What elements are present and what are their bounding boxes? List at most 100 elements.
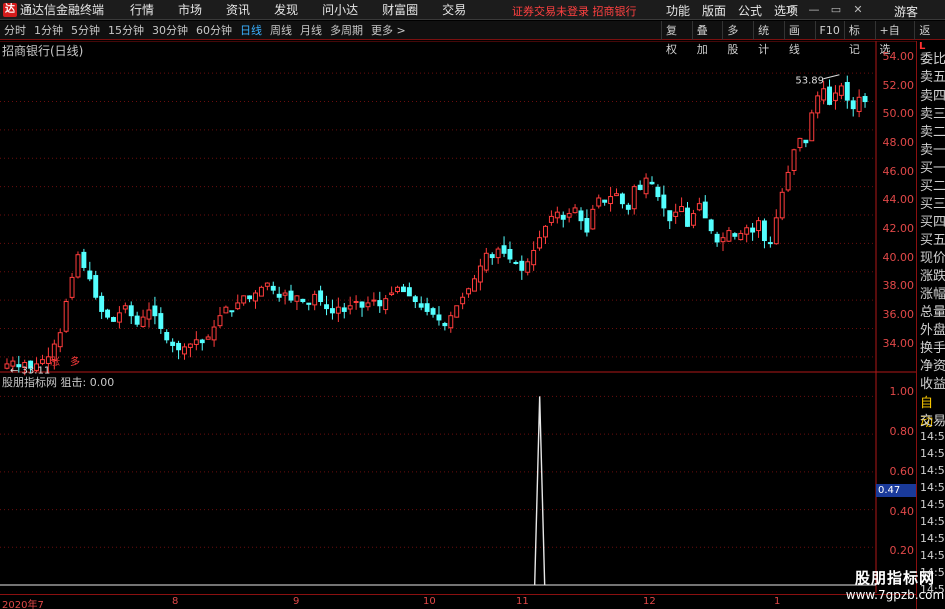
candle-up	[211, 326, 217, 341]
date-tick: 12	[643, 596, 656, 607]
menu-formula[interactable]: 公式	[732, 2, 768, 19]
tool-multi-stock[interactable]: 多股	[722, 21, 753, 56]
candle-up	[69, 276, 75, 298]
menu-wealth-circle[interactable]: 财富圈	[370, 1, 430, 18]
candle-up	[856, 96, 862, 112]
candle-up	[673, 211, 679, 217]
candle-down	[619, 193, 625, 205]
candle-down	[170, 341, 176, 346]
candle-down	[708, 219, 714, 232]
candle-up	[40, 359, 45, 364]
candle-up	[696, 203, 702, 211]
candle-down	[329, 308, 335, 314]
candle-down	[501, 245, 507, 254]
candle-up	[187, 343, 193, 348]
menu-discover[interactable]: 发现	[262, 1, 310, 18]
maximize-icon[interactable]: ▭	[830, 4, 842, 16]
chart-canvas[interactable]: 53.89← 33.11涨多	[0, 41, 916, 593]
candle-up	[395, 286, 400, 292]
period-more[interactable]: 更多 >	[367, 22, 410, 38]
price-tick: 52.00	[882, 79, 915, 92]
candle-up	[140, 316, 146, 327]
quote-row-sell3: 卖三	[920, 107, 945, 122]
period-timeshare[interactable]: 分时	[0, 22, 30, 38]
period-30min[interactable]: 30分钟	[148, 22, 192, 38]
quote-panel: L 委比 卖五 卖四 卖三 卖二 卖一 买一 买二 买三 买四 买五 现价 涨跌…	[916, 41, 945, 609]
indicator-value: 狙击: 0.00	[60, 376, 115, 389]
minimize-icon[interactable]: —	[808, 4, 820, 16]
tool-back[interactable]: 返回	[914, 21, 945, 56]
candle-up	[235, 302, 241, 310]
candle-up	[448, 315, 454, 329]
indicator-tick: 1.00	[889, 385, 915, 398]
candle-down	[655, 186, 661, 198]
indicator-title[interactable]: 股朋指标网 狙击: 0.00	[2, 374, 114, 390]
menu-quotes[interactable]: 行情	[118, 1, 166, 18]
tool-draw-line[interactable]: 画线	[783, 21, 815, 56]
candle-down	[288, 290, 294, 301]
candle-up	[312, 293, 318, 306]
period-60min[interactable]: 60分钟	[192, 22, 236, 38]
candle-up	[365, 302, 371, 308]
candle-down	[584, 218, 590, 233]
login-status[interactable]: 证券交易未登录 招商银行	[512, 3, 637, 19]
period-weekly[interactable]: 周线	[266, 22, 296, 38]
tool-overlay[interactable]: 叠加	[691, 21, 723, 56]
candle-up	[258, 286, 264, 297]
candle-down	[862, 96, 868, 103]
tick-time: 14:56	[920, 481, 945, 494]
tool-f10[interactable]: F10	[814, 21, 844, 40]
quote-row-buy1: 买一	[920, 161, 945, 176]
quote-row-buy4: 买四	[920, 215, 945, 230]
menu-layout[interactable]: 版面	[696, 2, 732, 19]
menu-trade[interactable]: 交易	[430, 1, 478, 18]
candle-up	[371, 299, 377, 302]
candle-down	[424, 303, 430, 312]
candle-down	[803, 139, 809, 144]
price-tick: 50.00	[882, 107, 915, 120]
candle-down	[406, 287, 412, 297]
period-monthly[interactable]: 月线	[296, 22, 326, 38]
candle-down	[270, 285, 276, 291]
quote-row-sell1: 卖一	[920, 143, 945, 158]
candle-up	[146, 309, 152, 320]
candle-down	[111, 317, 116, 322]
menu-market[interactable]: 市场	[166, 1, 214, 18]
candle-down	[152, 305, 158, 317]
quote-row-change-pct: 涨幅	[920, 287, 945, 302]
candle-up	[460, 296, 466, 305]
candle-up	[821, 88, 827, 101]
price-tick: 44.00	[882, 193, 915, 206]
tool-adjust[interactable]: 复权	[661, 21, 692, 56]
period-5min[interactable]: 5分钟	[67, 22, 104, 38]
period-daily[interactable]: 日线	[236, 22, 266, 38]
max-price-label: 53.89	[795, 76, 824, 87]
tool-stats[interactable]: 统计	[753, 21, 784, 56]
indicator-name: 股朋指标网	[2, 376, 57, 389]
candle-down	[229, 310, 235, 313]
period-1min[interactable]: 1分钟	[30, 22, 67, 38]
guest-label[interactable]: 游客	[894, 3, 918, 20]
gear-icon[interactable]: ⚙	[786, 4, 798, 16]
candle-up	[815, 95, 821, 114]
close-icon[interactable]: ✕	[852, 4, 864, 16]
period-multi[interactable]: 多周期	[326, 22, 367, 38]
indicator-tick: 0.60	[889, 465, 915, 478]
candle-up	[477, 265, 483, 283]
candle-down	[761, 220, 767, 242]
menu-functions[interactable]: 功能	[660, 2, 696, 19]
candle-up	[253, 292, 258, 302]
candle-up	[495, 248, 501, 259]
tool-add-watchlist[interactable]: +自选	[874, 21, 915, 56]
period-15min[interactable]: 15分钟	[104, 22, 148, 38]
kline-chart[interactable]: 53.89 ← 33.11 涨多 招商银行(日线) 股朋指标网 狙击: 0.00 5…	[0, 41, 916, 593]
tool-mark[interactable]: 标记	[843, 21, 875, 56]
candle-up	[472, 278, 477, 292]
menu-news[interactable]: 资讯	[214, 1, 262, 18]
menu-ask[interactable]: 问小达	[310, 1, 370, 18]
candle-down	[128, 305, 134, 317]
stock-title: 招商银行(日线)	[2, 44, 84, 58]
trade-label: 交易	[920, 414, 945, 429]
candle-down	[625, 204, 631, 210]
quote-row-outer: 外盘	[920, 323, 945, 338]
